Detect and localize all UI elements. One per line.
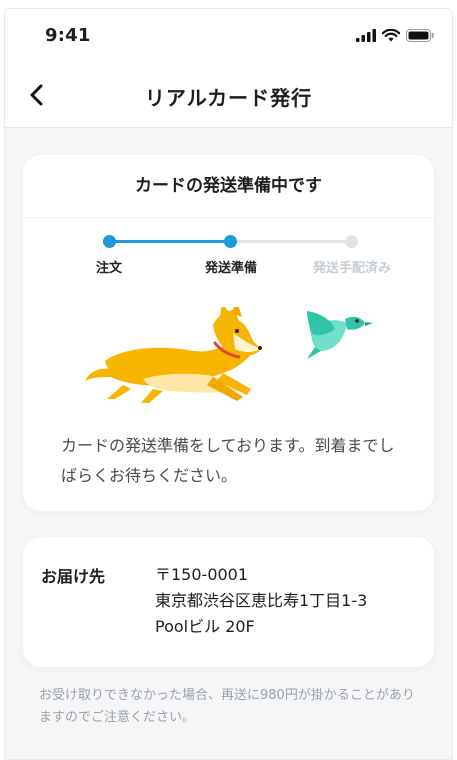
address-line2: Poolビル 20F (155, 617, 255, 636)
status-icons (356, 29, 434, 42)
shipping-status-card: カードの発送準備中です 注文 発送準備 発送手配済み カードの発送準備をしており… (23, 155, 434, 511)
address-postal: 〒150-0001 (155, 565, 249, 584)
dog-and-bird-illustration (85, 307, 373, 403)
delivery-address-card: お届け先 〒150-0001 東京都渋谷区恵比寿1丁目1-3 Poolビル 20… (23, 537, 434, 667)
bird-icon (307, 311, 373, 359)
step-label-shipped: 発送手配済み (312, 261, 392, 276)
dog-icon (85, 307, 262, 403)
stepper-line-pending (230, 240, 351, 243)
shipping-stepper: 注文 発送準備 発送手配済み (23, 231, 434, 276)
step-dot-preparing (224, 235, 237, 248)
status-time: 9:41 (45, 25, 91, 46)
status-card-title: カードの発送準備中です (23, 155, 434, 218)
battery-icon (406, 29, 434, 42)
address-label: お届け先 (41, 567, 106, 586)
address-lines: 〒150-0001 東京都渋谷区恵比寿1丁目1-3 Poolビル 20F (155, 562, 367, 640)
phone-frame: 9:41 リアルカード発行 カードの発送準備中です 注文 発送準備 発送手配済み… (4, 8, 453, 760)
wifi-icon (382, 29, 400, 42)
step-dot-shipped (345, 235, 358, 248)
step-label-preparing: 発送準備 (204, 261, 258, 276)
stepper-line-done (109, 240, 230, 243)
step-dot-order (103, 235, 116, 248)
nav-bar: リアルカード発行 (5, 65, 452, 128)
redelivery-note: お受け取りできなかった場合、再送に980円が掛かることがありますのでご注意くださ… (39, 688, 415, 725)
status-message: カードの発送準備をしております。到着までしばらくお待ちください。 (61, 436, 395, 485)
address-line1: 東京都渋谷区恵比寿1丁目1-3 (155, 591, 368, 610)
status-bar: 9:41 (5, 9, 452, 65)
step-label-order: 注文 (95, 261, 123, 276)
page-title: リアルカード発行 (144, 86, 313, 110)
signal-icon (356, 29, 376, 42)
